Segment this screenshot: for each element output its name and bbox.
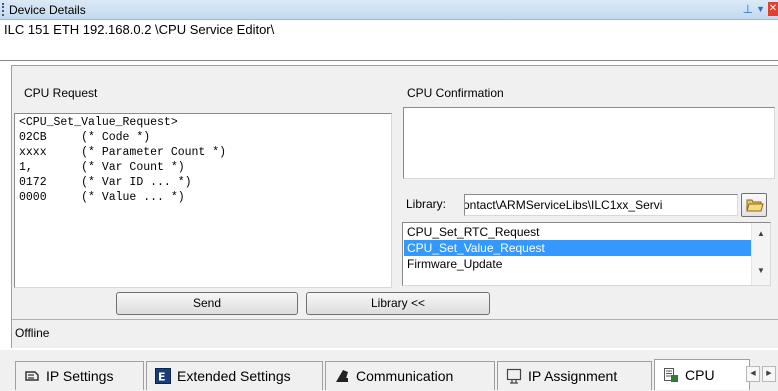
close-icon[interactable]: ✕ bbox=[768, 2, 778, 16]
tab-bar: IP Settings E Extended Settings Communic… bbox=[0, 350, 778, 391]
drag-grip-icon[interactable] bbox=[2, 3, 5, 16]
code-line: <CPU_Set_Value_Request> bbox=[19, 116, 178, 129]
cpu-service-icon bbox=[664, 368, 678, 382]
tab-label: Communication bbox=[356, 368, 454, 384]
library-list[interactable]: Firmware_Update CPU_Set_Value_Request CPU_… bbox=[402, 222, 771, 286]
extended-settings-icon: E bbox=[155, 368, 171, 384]
window-title: Device Details bbox=[9, 3, 86, 17]
tab-label: IP Settings bbox=[46, 368, 114, 384]
tab-scroll-right-icon[interactable]: ▶ bbox=[762, 366, 776, 382]
tab-label: IP Assignment bbox=[528, 368, 618, 384]
library-path-field[interactable]: ontact\ARMServiceLibs\ILC1xx_Servi bbox=[464, 194, 738, 216]
cpu-confirmation-output[interactable] bbox=[403, 107, 775, 179]
code-line: 0000 (* Value ... *) bbox=[19, 191, 185, 204]
connection-status: Offline bbox=[15, 326, 50, 340]
ip-assignment-icon bbox=[506, 368, 522, 384]
library-label: Library: bbox=[406, 197, 447, 211]
library-list-item[interactable]: CPU_Set_RTC_Request bbox=[404, 224, 753, 240]
svg-text:E: E bbox=[158, 371, 166, 384]
tab-cpu[interactable]: CPU bbox=[654, 359, 750, 390]
communication-icon bbox=[336, 370, 348, 382]
cpu-confirmation-label: CPU Confirmation bbox=[407, 86, 504, 100]
cpu-request-editor[interactable]: <CPU_Set_Value_Request> 02CB (* Code *) xx… bbox=[14, 113, 392, 288]
library-list-item[interactable]: Firmware_Update bbox=[404, 256, 753, 272]
cpu-request-label: CPU Request bbox=[24, 86, 98, 100]
tab-ip-assignment[interactable]: IP Assignment bbox=[497, 361, 652, 390]
scroll-up-icon[interactable]: ▲ bbox=[752, 225, 770, 242]
code-line: xxxx (* Parameter Count *) bbox=[19, 146, 227, 159]
status-bar: Offline bbox=[12, 319, 778, 345]
library-toggle-button[interactable]: Library << bbox=[306, 292, 490, 315]
code-line: 0172 (* Var ID ... *) bbox=[19, 176, 192, 189]
tab-extended-settings[interactable]: E Extended Settings bbox=[146, 361, 323, 390]
network-settings-icon bbox=[25, 371, 39, 381]
window-titlebar: Device Details ⊥ ▼ ✕ bbox=[0, 0, 778, 20]
tab-ip-settings[interactable]: IP Settings bbox=[15, 361, 144, 390]
device-path: ILC 151 ETH 192.168.0.2 \CPU Service Edi… bbox=[4, 22, 275, 37]
library-list-item[interactable]: CPU_Set_Value_Request bbox=[404, 240, 753, 256]
browse-folder-button[interactable] bbox=[741, 193, 767, 217]
code-line: 1, (* Var Count *) bbox=[19, 161, 185, 174]
tab-scroll-left-icon[interactable]: ◀ bbox=[746, 366, 760, 382]
send-button[interactable]: Send bbox=[116, 292, 298, 315]
library-list-scrollbar[interactable]: ▲ ▼ bbox=[751, 223, 770, 285]
open-folder-icon bbox=[746, 199, 764, 212]
pin-icon[interactable]: ⊥ bbox=[743, 2, 753, 16]
code-line: 02CB (* Code *) bbox=[19, 131, 151, 144]
scroll-down-icon[interactable]: ▼ bbox=[752, 262, 770, 279]
tab-label: Extended Settings bbox=[177, 368, 291, 384]
tab-communication[interactable]: Communication bbox=[325, 361, 495, 390]
tab-label: CPU bbox=[685, 367, 715, 383]
divider bbox=[0, 60, 778, 61]
chevron-down-icon[interactable]: ▼ bbox=[756, 2, 765, 16]
library-path-text: ontact\ARMServiceLibs\ILC1xx_Servi bbox=[464, 198, 663, 212]
